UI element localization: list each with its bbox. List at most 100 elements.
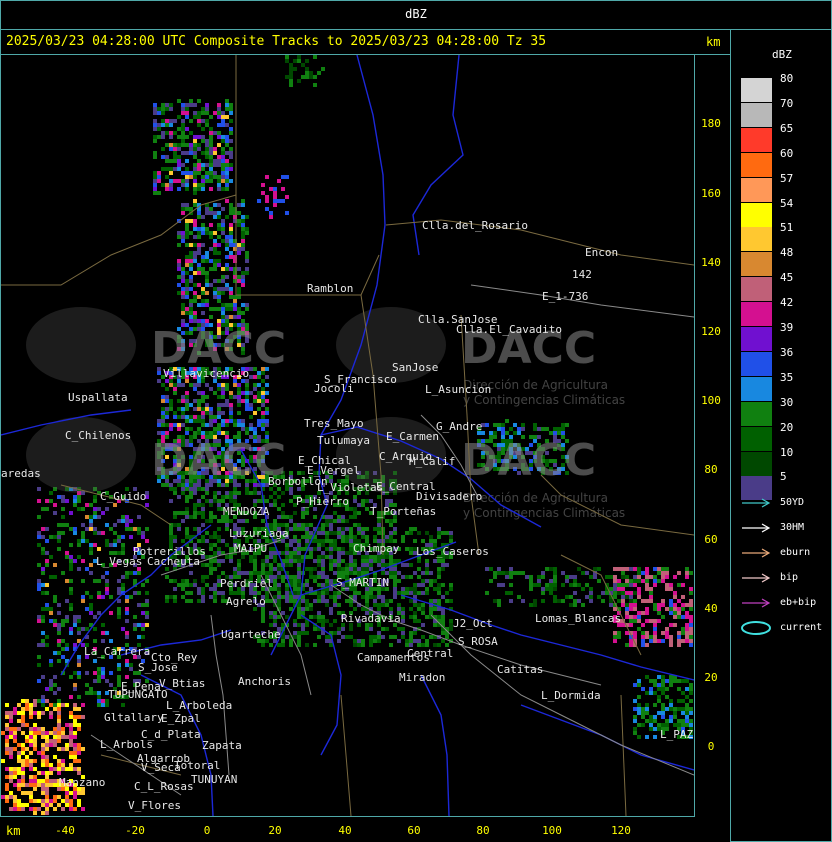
place-label: Tres_Mayo <box>304 417 364 430</box>
legend-track-label: eb+bip <box>780 597 817 608</box>
x-tick-label: 60 <box>407 824 421 837</box>
place-label: Clla.El_Cavadito <box>456 323 562 336</box>
place-label: G_Andre <box>436 420 482 433</box>
legend-swatch-label: 5 <box>780 470 787 484</box>
place-label: Uspallata <box>68 391 128 404</box>
place-label: Luzuriaga <box>229 527 289 540</box>
arrow-icon <box>742 598 771 608</box>
place-label: MAIPU <box>234 542 267 555</box>
legend-swatch <box>741 202 772 227</box>
y-unit-label: km <box>706 35 721 49</box>
place-label: SanJose <box>392 361 438 374</box>
place-label: Encon <box>585 246 618 259</box>
legend-swatch-label: 48 <box>780 246 794 260</box>
place-label: Jocoli <box>314 382 354 395</box>
x-tick-label: -20 <box>125 824 145 837</box>
place-label: T_Porteñas <box>370 505 436 518</box>
legend-swatch <box>741 401 772 426</box>
watermark-brand: DACC <box>461 435 596 486</box>
place-label: Agrelo <box>226 595 266 608</box>
legend-track-label: 50YD <box>780 497 805 508</box>
place-label: Manzano <box>59 776 105 789</box>
place-label: Ugarteche <box>221 628 281 641</box>
place-label: P_Hierro <box>296 495 349 508</box>
place-label: C_L_Rosas <box>134 780 194 793</box>
place-label: E_Carmen <box>386 430 439 443</box>
legend-swatch-label: 51 <box>780 221 794 235</box>
watermark-subtitle: Dirección de Agricultura <box>463 491 608 505</box>
header-title: dBZ <box>405 7 427 21</box>
legend-swatch-label: 54 <box>780 196 794 210</box>
place-label: Perdriel <box>220 577 273 590</box>
legend-swatch-label: 10 <box>780 445 794 459</box>
place-label: TUNUYAN <box>191 773 237 786</box>
y-tick-label: 160 <box>701 187 721 200</box>
y-tick-label: 120 <box>701 325 721 338</box>
place-label: Villavicencio <box>163 367 249 380</box>
x-unit-label: km <box>6 824 21 838</box>
place-label: La_Carrera <box>84 645 150 658</box>
radar-map[interactable]: DACC DACC DACC DACC Dirección de Agricul… <box>1 55 694 816</box>
x-tick-label: 0 <box>203 824 211 837</box>
legend-track-label: eburn <box>780 547 811 558</box>
ellipse-icon <box>741 621 771 635</box>
legend-swatch-label: 45 <box>780 271 794 285</box>
place-label: Central <box>407 647 453 660</box>
y-tick-label: 20 <box>704 671 718 684</box>
legend-swatch <box>741 177 772 202</box>
legend-swatch <box>741 302 772 327</box>
legend-swatch-label: 36 <box>780 345 794 359</box>
place-label: C_Guido <box>100 490 146 503</box>
x-tick-label: 40 <box>338 824 352 837</box>
place-label: MENDOZA <box>223 505 270 518</box>
place-label: TUPUNGATO <box>108 688 168 701</box>
place-label: Zapata <box>202 739 242 752</box>
place-label: Los_Caseros <box>416 545 489 558</box>
place-label: aredas <box>1 467 41 480</box>
place-label: Lomas_Blancas <box>535 612 621 625</box>
x-tick-label: 20 <box>268 824 282 837</box>
legend-swatch <box>741 252 772 277</box>
legend-swatch-label: 65 <box>780 121 794 135</box>
dacc-logo-icon <box>26 307 136 383</box>
place-label: E_Zpal <box>161 712 201 725</box>
legend-swatch-label: 60 <box>780 146 794 160</box>
x-tick-label: 100 <box>542 824 562 837</box>
place-label: S_Jose <box>138 661 178 674</box>
place-label: E_1-736 <box>542 290 588 303</box>
place-label: Totoral <box>174 759 220 772</box>
watermark-subtitle: y Contingencias Climáticas <box>463 506 625 520</box>
x-tick-label: -40 <box>55 824 75 837</box>
place-label: L_Violetas <box>317 481 383 494</box>
legend-swatch-label: 20 <box>780 420 794 434</box>
place-label: Cacheuta <box>147 555 200 568</box>
x-tick-label: 120 <box>611 824 631 837</box>
place-label: Rivadavia <box>341 612 401 625</box>
watermark-brand: DACC <box>151 435 286 486</box>
place-label: Chimpay <box>353 542 400 555</box>
place-label: C_Chilenos <box>65 429 131 442</box>
arrow-icon <box>742 498 771 508</box>
place-label: Ramblon <box>307 282 353 295</box>
legend-swatch-label: 30 <box>780 395 794 409</box>
place-label: L_Arbols <box>100 738 153 751</box>
place-label: S_MARTIN <box>336 576 389 589</box>
place-label: V_Flores <box>128 799 181 812</box>
place-label: M_Calif <box>409 455 455 468</box>
legend-swatch <box>741 78 772 102</box>
y-tick-label: 80 <box>704 463 718 476</box>
place-label: L_Asuncion <box>425 383 491 396</box>
place-label: L_Vegas <box>96 555 142 568</box>
place-label: L_Arboleda <box>166 699 232 712</box>
y-tick-label: 180 <box>701 117 721 130</box>
map-title: 2025/03/23 04:28:00 UTC Composite Tracks… <box>6 34 547 49</box>
place-label: Miradon <box>399 671 445 684</box>
legend-swatch-label: 70 <box>780 96 794 110</box>
y-tick-label: 0 <box>707 740 715 753</box>
place-label: L_Dormida <box>541 689 601 702</box>
legend-track-label: 30HM <box>780 522 805 533</box>
legend-swatch <box>741 227 772 252</box>
legend-swatch <box>741 127 772 152</box>
arrow-icon <box>742 573 771 583</box>
legend-swatch <box>741 351 772 376</box>
